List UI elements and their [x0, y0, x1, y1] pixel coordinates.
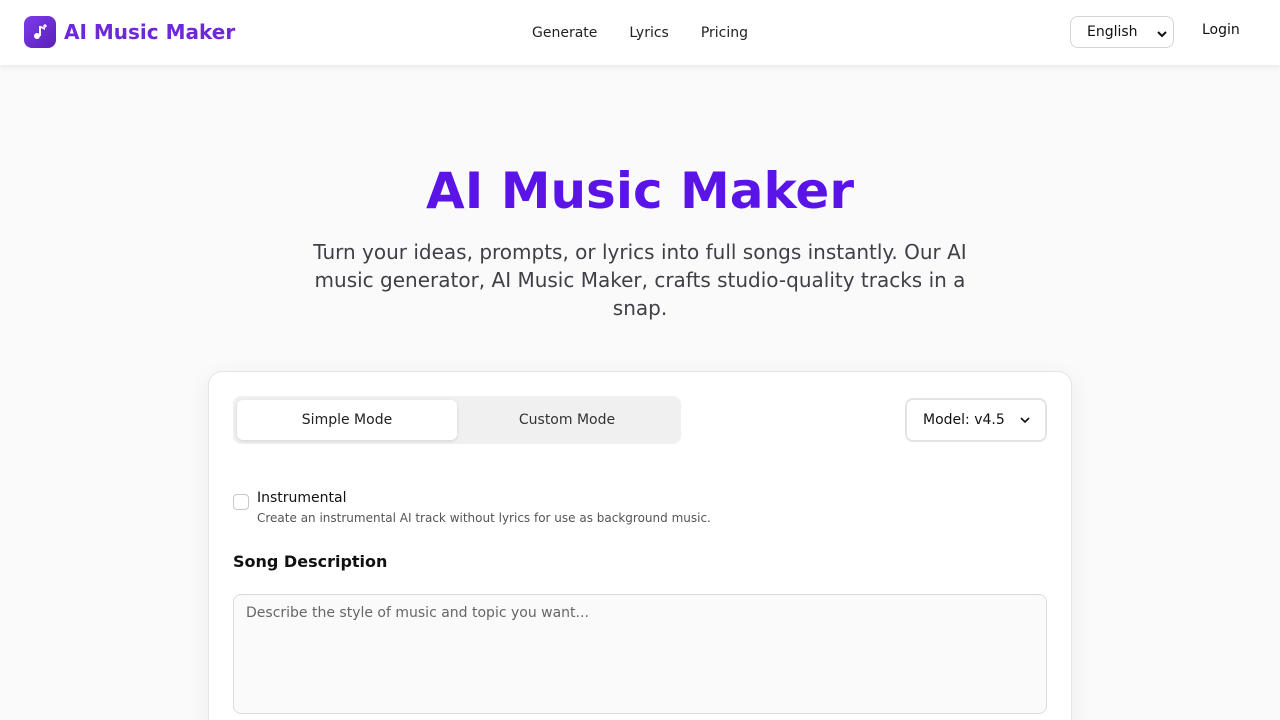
brand[interactable]: AI Music Maker	[24, 16, 235, 48]
mode-toggle: Simple Mode Custom Mode	[233, 396, 681, 444]
instrumental-checkbox[interactable]	[233, 494, 249, 510]
nav-generate[interactable]: Generate	[532, 25, 597, 41]
nav-lyrics[interactable]: Lyrics	[629, 25, 668, 41]
nav-pricing[interactable]: Pricing	[701, 25, 748, 41]
simple-mode-tab[interactable]: Simple Mode	[237, 400, 457, 440]
brand-name: AI Music Maker	[64, 20, 236, 44]
song-description-label: Song Description	[233, 552, 388, 571]
model-select[interactable]: Model: v4.5	[905, 398, 1047, 442]
music-note-icon	[24, 16, 56, 48]
login-button[interactable]: Login	[1202, 22, 1240, 38]
generator-card: Simple Mode Custom Mode Model: v4.5 Inst…	[208, 371, 1072, 720]
language-select[interactable]: English	[1070, 16, 1174, 48]
top-header: AI Music Maker Generate Lyrics Pricing E…	[0, 0, 1280, 65]
main-nav: Generate Lyrics Pricing	[532, 0, 748, 65]
chevron-down-icon	[1019, 414, 1031, 430]
chevron-down-icon	[1157, 27, 1167, 43]
page-subtitle: Turn your ideas, prompts, or lyrics into…	[313, 240, 967, 320]
instrumental-label: Instrumental	[257, 490, 347, 506]
song-description-input[interactable]	[233, 594, 1047, 714]
model-value: Model: v4.5	[923, 412, 1005, 428]
page-title: AI Music Maker	[426, 162, 854, 220]
instrumental-description: Create an instrumental AI track without …	[257, 511, 711, 525]
language-value: English	[1087, 24, 1138, 40]
custom-mode-tab[interactable]: Custom Mode	[457, 400, 677, 440]
